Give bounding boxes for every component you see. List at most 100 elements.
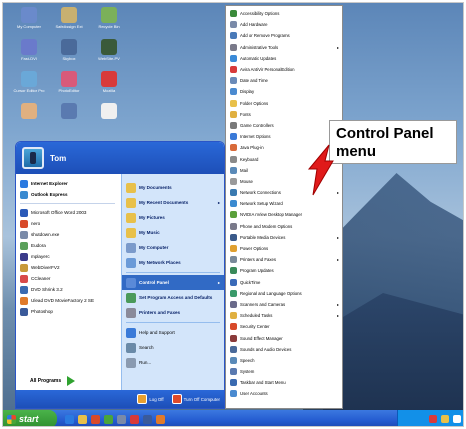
help-item[interactable]: Run... bbox=[122, 355, 224, 370]
control-panel-item[interactable]: Folder Options bbox=[226, 98, 342, 109]
control-panel-item-label: Sound Effect Manager bbox=[240, 335, 283, 341]
recent-program[interactable]: Eudora bbox=[20, 240, 121, 251]
start-menu-programs-panel: Internet Explorer Outlook Express Microso… bbox=[16, 174, 121, 392]
desktop-icon[interactable]: Fast-DVI bbox=[7, 39, 51, 61]
recent-program[interactable]: Photoshop bbox=[20, 306, 121, 317]
settings-item[interactable]: Printers and Faxes bbox=[122, 305, 224, 320]
recent-program[interactable]: WebDiverFV2 bbox=[20, 262, 121, 273]
control-panel-item-label: Add Hardware bbox=[240, 22, 268, 28]
quick-launch-icon[interactable] bbox=[143, 414, 152, 424]
desktop-icon[interactable]: SafeAssign Ext bbox=[47, 7, 91, 29]
desktop-icon-label: My Computer bbox=[16, 24, 41, 29]
recent-program[interactable]: mplayerc bbox=[20, 251, 121, 262]
places-item[interactable]: My Recent Documents ▸ bbox=[122, 195, 224, 210]
control-panel-item[interactable]: Display bbox=[226, 86, 342, 97]
control-panel-item[interactable]: Network Setup Wizard bbox=[226, 198, 342, 209]
tray-icon[interactable] bbox=[429, 415, 437, 423]
pinned-program[interactable]: Internet Explorer bbox=[20, 178, 121, 189]
program-icon bbox=[230, 356, 237, 364]
desktop-icon[interactable]: Cursor Editor Pro bbox=[7, 71, 51, 93]
tray-icon[interactable] bbox=[441, 415, 449, 423]
control-panel-item[interactable]: Phone and Modem Options bbox=[226, 221, 342, 232]
control-panel-item[interactable]: Date and Time bbox=[226, 75, 342, 86]
desktop-icon[interactable]: Skybox bbox=[47, 39, 91, 61]
desktop-icon-image bbox=[61, 39, 77, 55]
user-avatar[interactable] bbox=[22, 147, 44, 169]
control-panel-item[interactable]: Add or Remove Programs bbox=[226, 30, 342, 41]
recent-program[interactable]: CCleaner bbox=[20, 273, 121, 284]
control-panel-item[interactable]: Regional and Language Options bbox=[226, 288, 342, 299]
desktop-icon[interactable]: WebSite-PV bbox=[87, 39, 131, 61]
program-icon bbox=[230, 32, 237, 40]
quick-launch-icon[interactable] bbox=[78, 414, 87, 424]
control-panel-item[interactable]: Portable Media Devices ▸ bbox=[226, 232, 342, 243]
control-panel-item[interactable]: QuickTime bbox=[226, 277, 342, 288]
program-icon bbox=[126, 327, 136, 338]
settings-item[interactable]: Control Panel ▸ bbox=[122, 275, 224, 290]
start-button[interactable]: start bbox=[3, 410, 57, 426]
recent-program[interactable]: DVD Shrink 3.2 bbox=[20, 284, 121, 295]
desktop-icon[interactable]: Recycle Bin bbox=[87, 7, 131, 29]
log-off-button[interactable]: Log Off bbox=[137, 394, 164, 404]
control-panel-item[interactable]: User Accounts bbox=[226, 388, 342, 399]
control-panel-item[interactable]: Printers and Faxes ▸ bbox=[226, 254, 342, 265]
recent-program[interactable]: Ulead DVD MovieFactory 2 SE bbox=[20, 295, 121, 306]
settings-item-label: Control Panel bbox=[139, 280, 169, 285]
control-panel-item-label: QuickTime bbox=[240, 279, 261, 285]
control-panel-item[interactable]: Automatic Updates bbox=[226, 53, 342, 64]
settings-item-label: Set Program Access and Defaults bbox=[139, 295, 213, 300]
control-panel-item[interactable]: Sound Effect Manager bbox=[226, 332, 342, 343]
control-panel-item[interactable]: Game Controllers bbox=[226, 120, 342, 131]
control-panel-item[interactable]: Scheduled Tasks ▸ bbox=[226, 310, 342, 321]
control-panel-item[interactable]: Add Hardware bbox=[226, 19, 342, 30]
quick-launch-icon[interactable] bbox=[65, 414, 74, 424]
program-icon bbox=[230, 133, 237, 141]
pinned-program[interactable]: Outlook Express bbox=[20, 189, 121, 200]
program-icon bbox=[126, 242, 136, 253]
quick-launch-icon[interactable] bbox=[117, 414, 126, 424]
help-item[interactable]: Search bbox=[122, 340, 224, 355]
control-panel-item[interactable]: Accessibility Options bbox=[226, 8, 342, 19]
desktop-icon-image bbox=[61, 71, 77, 87]
control-panel-item[interactable]: Program Updates bbox=[226, 265, 342, 276]
quick-launch-icon[interactable] bbox=[91, 414, 100, 424]
recent-program[interactable]: Microsoft Office Word 2003 bbox=[20, 207, 121, 218]
help-item[interactable]: Help and Support bbox=[122, 325, 224, 340]
control-panel-item[interactable]: NVIDIA nView Desktop Manager bbox=[226, 209, 342, 220]
control-panel-item[interactable]: System bbox=[226, 366, 342, 377]
program-icon bbox=[126, 277, 136, 288]
desktop-icon-image bbox=[21, 39, 37, 55]
control-panel-item[interactable]: Avira AntiVir PersonalEdition bbox=[226, 64, 342, 75]
start-menu-footer: Log Off Turn Off Computer bbox=[16, 390, 224, 408]
recent-program[interactable]: nero bbox=[20, 218, 121, 229]
places-item[interactable]: My Computer bbox=[122, 240, 224, 255]
control-panel-item[interactable]: Internet Options bbox=[226, 131, 342, 142]
control-panel-item[interactable]: Security Center bbox=[226, 321, 342, 332]
control-panel-item[interactable]: Power Options bbox=[226, 243, 342, 254]
desktop-icon[interactable]: My Computer bbox=[7, 7, 51, 29]
desktop-icon[interactable]: PhotoEditor bbox=[47, 71, 91, 93]
quick-launch-icon[interactable] bbox=[156, 414, 165, 424]
places-item[interactable]: My Network Places bbox=[122, 255, 224, 270]
control-panel-item[interactable]: Scanners and Cameras ▸ bbox=[226, 299, 342, 310]
control-panel-item[interactable]: Administrative Tools ▸ bbox=[226, 42, 342, 53]
places-item[interactable]: My Pictures bbox=[122, 210, 224, 225]
places-item[interactable]: My Documents bbox=[122, 180, 224, 195]
tray-icon[interactable] bbox=[453, 415, 461, 423]
control-panel-item[interactable]: Taskbar and Start Menu bbox=[226, 377, 342, 388]
quick-launch-icon[interactable] bbox=[104, 414, 113, 424]
submenu-arrow-icon: ▸ bbox=[217, 200, 220, 205]
places-item[interactable]: My Music bbox=[122, 225, 224, 240]
settings-item[interactable]: Set Program Access and Defaults bbox=[122, 290, 224, 305]
desktop-icon[interactable]: Mozilla bbox=[87, 71, 131, 93]
quick-launch-icon[interactable] bbox=[130, 414, 139, 424]
recent-program[interactable]: shutdown.exe bbox=[20, 229, 121, 240]
control-panel-item[interactable]: Sounds and Audio Devices bbox=[226, 344, 342, 355]
desktop-icon[interactable] bbox=[47, 103, 91, 120]
control-panel-item[interactable]: Speech bbox=[226, 355, 342, 366]
desktop-icon[interactable] bbox=[87, 103, 131, 120]
desktop-icon[interactable] bbox=[7, 103, 51, 120]
control-panel-item[interactable]: Fonts bbox=[226, 109, 342, 120]
all-programs-button[interactable]: All Programs bbox=[30, 376, 76, 386]
turn-off-button[interactable]: Turn Off Computer bbox=[171, 394, 220, 404]
